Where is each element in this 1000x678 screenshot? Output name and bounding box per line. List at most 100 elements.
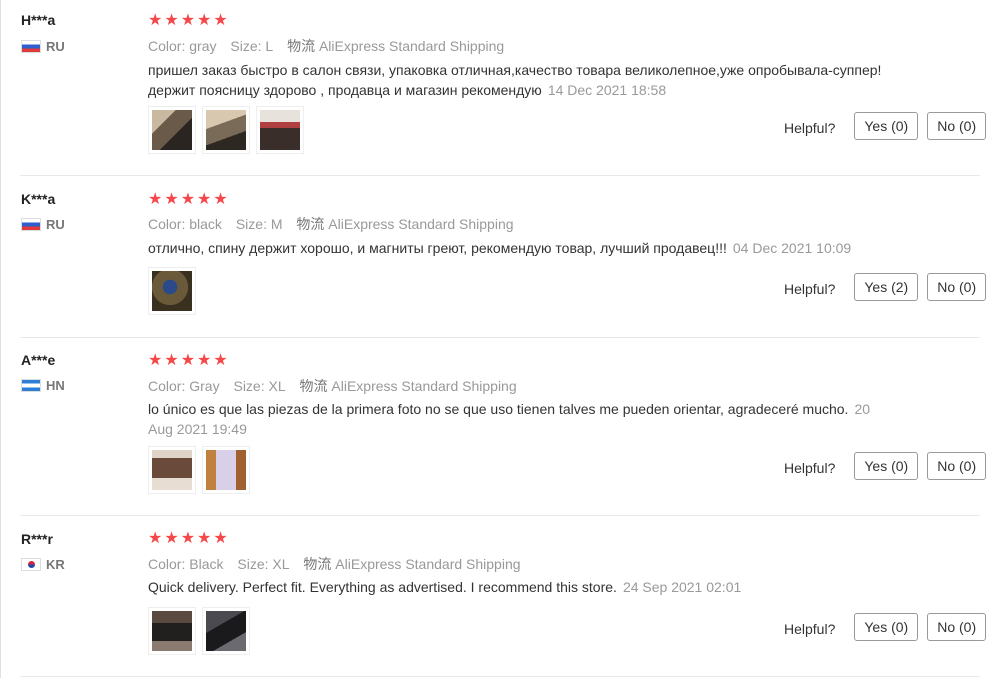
review-item: A***e HN ★ ★ ★ ★ ★ Color: Gray Size: XL 物流 A… [0, 338, 1000, 516]
review-date: 24 Sep 2021 02:01 [622, 579, 742, 595]
review-sku-info: Color: Gray Size: XL 物流 AliExpress Stand… [148, 376, 517, 396]
shipping-label: 物流 [299, 378, 328, 394]
helpful-yes-button[interactable]: Yes (2) [854, 273, 919, 301]
color-value: gray [189, 38, 217, 54]
star-icon: ★ [180, 191, 196, 208]
color-label: Color: [148, 556, 186, 572]
country-code: KR [46, 557, 65, 572]
reviewer-name: K***a [21, 191, 56, 207]
review-item: K***a RU ★ ★ ★ ★ ★ Color: black Size: M 物流 A… [0, 176, 1000, 337]
country-code: RU [46, 217, 65, 232]
helpful-no-button[interactable]: No (0) [927, 613, 987, 641]
review-text: отлично, спину держит хорошо, и магниты … [148, 240, 727, 256]
star-icon: ★ [164, 191, 179, 208]
helpful-yes-button[interactable]: Yes (0) [854, 112, 919, 140]
shipping-method: AliExpress Standard Shipping [331, 378, 517, 394]
helpful-no-button[interactable]: No (0) [927, 112, 987, 140]
review-images [148, 267, 196, 315]
reviewer-country: HN [21, 378, 65, 393]
helpful-no-button[interactable]: No (0) [927, 273, 987, 301]
star-icon: ★ [213, 352, 228, 369]
review-text-block: lo único es que las piezas de la primera… [148, 399, 878, 439]
shipping-label: 物流 [296, 216, 325, 232]
helpful-label: Helpful? [784, 120, 836, 136]
star-icon: ★ [213, 530, 228, 547]
star-icon: ★ [197, 12, 212, 29]
color-label: Color: [148, 38, 186, 54]
review-item: H***a RU ★ ★ ★ ★ ★ Color: gray Size: L 物流 Al… [0, 0, 1000, 176]
size-value: M [270, 216, 283, 232]
review-images [148, 106, 304, 154]
review-image-thumbnail[interactable] [148, 106, 196, 154]
russia-flag-icon [21, 40, 41, 53]
shipping-method: AliExpress Standard Shipping [328, 216, 514, 232]
star-icon: ★ [197, 191, 212, 208]
helpful-label: Helpful? [784, 460, 836, 476]
south-korea-flag-icon [21, 558, 41, 571]
honduras-flag-icon [21, 379, 41, 392]
review-date: 14 Dec 2021 18:58 [547, 82, 667, 98]
review-text: lo único es que las piezas de la primera… [148, 401, 849, 417]
review-sku-info: Color: Black Size: XL 物流 AliExpress Stan… [148, 554, 521, 574]
size-label: Size: [233, 378, 265, 394]
size-label: Size: [237, 556, 269, 572]
star-icon: ★ [148, 12, 163, 29]
review-text: Quick delivery. Perfect fit. Everything … [148, 579, 617, 595]
review-images [148, 607, 250, 655]
russia-flag-icon [21, 218, 41, 231]
review-text-block: пришел заказ быстро в салон связи, упако… [148, 60, 888, 100]
reviewer-name: A***e [21, 352, 56, 368]
review-image-thumbnail[interactable] [148, 446, 196, 494]
color-label: Color: [148, 216, 186, 232]
review-image-thumbnail[interactable] [202, 446, 250, 494]
color-value: Black [189, 556, 224, 572]
review-images [148, 446, 250, 494]
helpful-vote: Helpful? Yes (2) No (0) [784, 273, 987, 301]
star-icon: ★ [164, 530, 179, 547]
color-value: Gray [189, 378, 220, 394]
country-code: HN [46, 378, 65, 393]
star-rating: ★ ★ ★ ★ ★ [148, 353, 228, 369]
helpful-no-button[interactable]: No (0) [927, 452, 987, 480]
shipping-label: 物流 [287, 38, 316, 54]
country-code: RU [46, 39, 65, 54]
review-sku-info: Color: gray Size: L 物流 AliExpress Standa… [148, 36, 504, 56]
review-text-block: Quick delivery. Perfect fit. Everything … [148, 577, 908, 597]
star-icon: ★ [180, 352, 196, 369]
reviewer-name: H***a [21, 12, 56, 28]
helpful-vote: Helpful? Yes (0) No (0) [784, 452, 987, 480]
star-rating: ★ ★ ★ ★ ★ [148, 531, 228, 547]
review-text-block: отлично, спину держит хорошо, и магниты … [148, 238, 908, 258]
helpful-yes-button[interactable]: Yes (0) [854, 452, 919, 480]
review-item: R***r KR ★ ★ ★ ★ ★ Color: Black Size: XL 物流 … [0, 516, 1000, 678]
shipping-method: AliExpress Standard Shipping [318, 38, 505, 54]
review-image-thumbnail[interactable] [148, 267, 196, 315]
star-icon: ★ [197, 530, 212, 547]
size-label: Size: [230, 38, 262, 54]
star-icon: ★ [180, 12, 196, 29]
review-sku-info: Color: black Size: M 物流 AliExpress Stand… [148, 214, 514, 234]
helpful-label: Helpful? [784, 621, 836, 637]
star-icon: ★ [148, 530, 163, 547]
star-rating: ★ ★ ★ ★ ★ [148, 192, 228, 208]
review-text: пришел заказ быстро в салон связи, упако… [148, 62, 882, 98]
star-icon: ★ [164, 352, 179, 369]
shipping-label: 物流 [303, 556, 332, 572]
review-divider [20, 676, 980, 677]
helpful-vote: Helpful? Yes (0) No (0) [784, 112, 987, 140]
review-image-thumbnail[interactable] [202, 607, 250, 655]
review-image-thumbnail[interactable] [202, 106, 250, 154]
color-value: black [189, 216, 222, 232]
star-icon: ★ [180, 530, 196, 547]
helpful-yes-button[interactable]: Yes (0) [854, 613, 919, 641]
star-icon: ★ [197, 352, 212, 369]
reviewer-country: RU [21, 39, 65, 54]
review-image-thumbnail[interactable] [148, 607, 196, 655]
star-icon: ★ [213, 191, 228, 208]
star-rating: ★ ★ ★ ★ ★ [148, 13, 228, 29]
helpful-vote: Helpful? Yes (0) No (0) [784, 613, 987, 641]
star-icon: ★ [213, 12, 228, 29]
shipping-method: AliExpress Standard Shipping [335, 556, 521, 572]
size-value: XL [272, 556, 290, 572]
review-image-thumbnail[interactable] [256, 106, 304, 154]
